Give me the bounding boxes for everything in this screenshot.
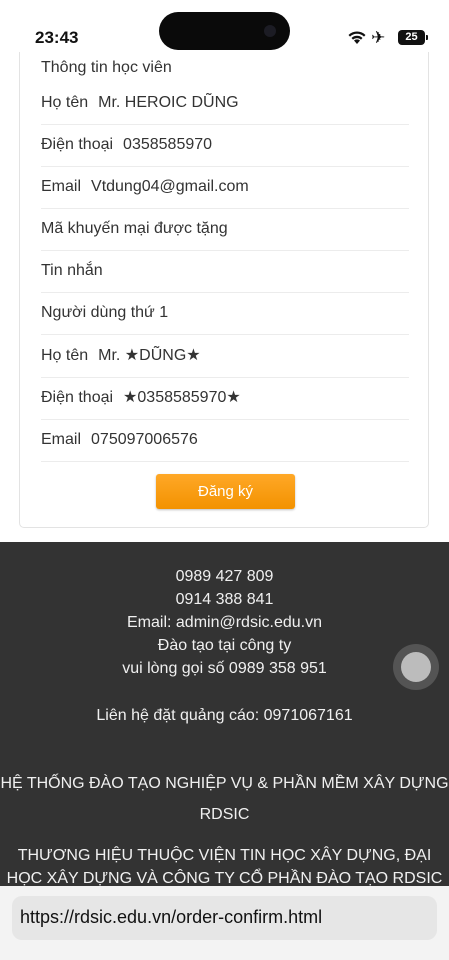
airplane-mode-icon: ✈ [371, 28, 386, 47]
url-text[interactable]: https://rdsic.edu.vn/order-confirm.html [20, 907, 322, 928]
section-title: Thông tin học viên [41, 59, 172, 76]
row-value: 0358585970 [123, 136, 213, 153]
footer-ads[interactable]: Liên hệ đặt quảng cáo: 0971067161 [0, 707, 449, 725]
dynamic-island [159, 12, 290, 50]
row-user-1-email: Email 075097006576 [41, 419, 409, 462]
row-phone: Điện thoại 0358585970 [41, 124, 409, 167]
row-value: Mr. HEROIC DŨNG [98, 94, 239, 111]
row-full-name: Họ tên Mr. HEROIC DŨNG [41, 82, 409, 125]
row-value: Mr. ★DŨNG★ [98, 347, 201, 364]
row-label: Mã khuyến mại được tặng [41, 220, 228, 237]
row-user-1-phone: Điện thoại ★0358585970★ [41, 377, 409, 420]
row-label: Điện thoại [41, 389, 114, 406]
row-label: Họ tên [41, 94, 89, 111]
row-label: Họ tên [41, 347, 89, 364]
wifi-icon [348, 31, 366, 44]
status-time: 23:43 [35, 28, 79, 47]
register-button[interactable]: Đăng ký [156, 474, 295, 509]
footer-brand-line-1: THƯƠNG HIỆU THUỘC VIỆN TIN HỌC XÂY DỰNG,… [17, 847, 432, 864]
assistive-touch-button[interactable] [393, 644, 439, 690]
footer-system-line-2: RDSIC [199, 806, 250, 823]
row-promo-code: Mã khuyến mại được tặng [41, 208, 409, 251]
camera-icon [264, 25, 276, 37]
footer-phone-2[interactable]: 0914 388 841 [0, 591, 449, 609]
row-value: 075097006576 [91, 431, 198, 448]
battery-icon: 25 [398, 30, 428, 45]
status-bar: 23:43 ✈ 25 [0, 0, 449, 56]
row-message: Tin nhắn [41, 250, 409, 293]
row-label: Điện thoại [41, 136, 114, 153]
footer-system-line-1: HỆ THỐNG ĐÀO TẠO NGHIỆP VỤ & PHẦN MỀM XÂ… [0, 775, 449, 792]
footer-training: Đào tạo tại công ty [157, 637, 292, 654]
row-email: Email Vtdung04@gmail.com [41, 166, 409, 209]
row-label: Email [41, 178, 82, 195]
row-value: Vtdung04@gmail.com [91, 178, 249, 195]
student-info-card: Thông tin học viên Họ tên Mr. HEROIC DŨNG… [19, 52, 429, 528]
row-label: Email [41, 431, 82, 448]
footer-call[interactable]: vui lòng gọi số 0989 358 951 [0, 660, 449, 678]
row-value: ★0358585970★ [123, 389, 241, 406]
row-user-1-heading: Người dùng thứ 1 [41, 292, 409, 335]
address-bar[interactable]: https://rdsic.edu.vn/order-confirm.html [12, 896, 437, 940]
footer-phone-1[interactable]: 0989 427 809 [0, 568, 449, 586]
assistive-touch-knob [401, 652, 431, 682]
battery-level: 25 [405, 31, 418, 43]
footer-email[interactable]: Email: admin@rdsic.edu.vn [0, 614, 449, 632]
row-label: Người dùng thứ 1 [41, 304, 169, 321]
row-user-1-name: Họ tên Mr. ★DŨNG★ [41, 335, 409, 378]
row-label: Tin nhắn [41, 262, 103, 279]
